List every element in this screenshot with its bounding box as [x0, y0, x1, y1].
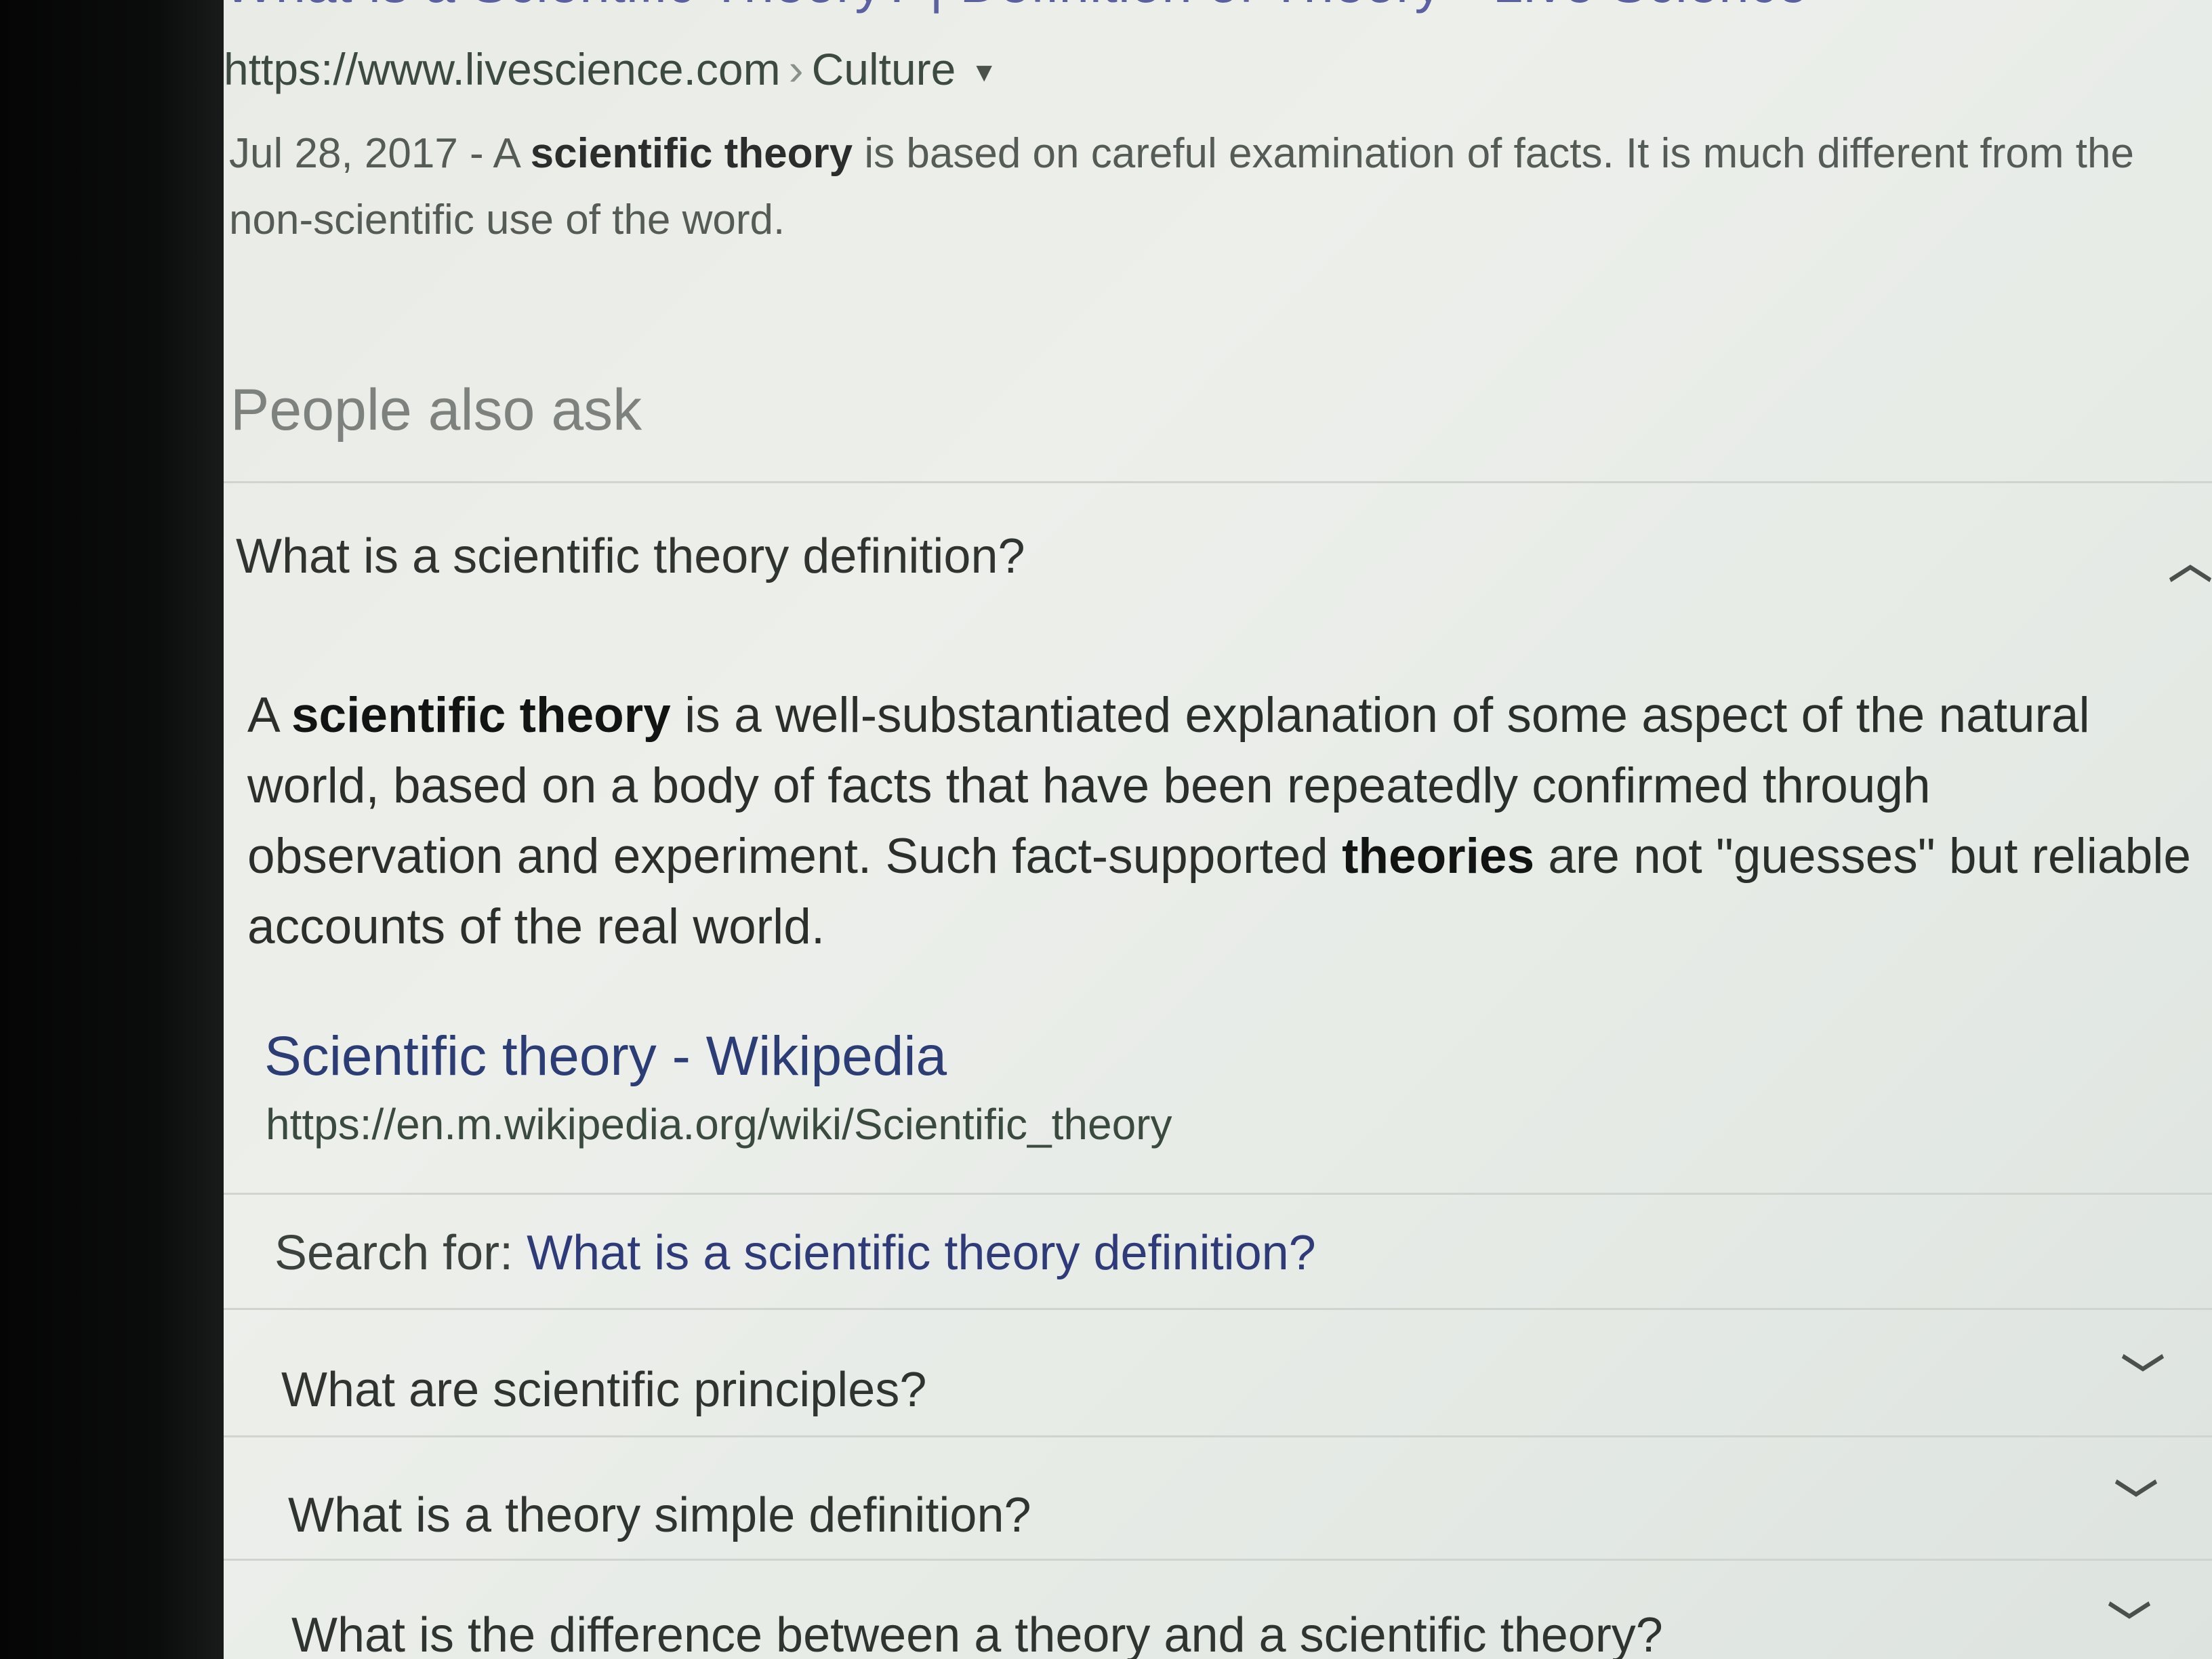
chevron-down-icon[interactable]: ﹀ — [2114, 1467, 2158, 1530]
paa-question[interactable]: What is a theory simple definition? — [288, 1488, 1031, 1543]
source-url[interactable]: https://en.m.wikipedia.org/wiki/Scientif… — [266, 1099, 1172, 1149]
snippet-text: - A — [457, 130, 531, 177]
answer-bold: scientific theory — [291, 688, 671, 743]
paa-question[interactable]: What is a scientific theory definition? — [236, 529, 1025, 584]
result-url-domain: https://www.livescience.com — [224, 44, 781, 94]
divider — [224, 1308, 2212, 1310]
chevron-down-icon[interactable]: ﹀ — [2121, 1342, 2165, 1404]
chevron-up-icon[interactable]: ︿ — [2169, 529, 2212, 591]
monitor-bezel — [0, 0, 224, 1659]
people-also-ask-heading: People also ask — [230, 377, 642, 443]
chevron-down-icon[interactable]: ﹀ — [2108, 1589, 2151, 1652]
paa-question[interactable]: What is the difference between a theory … — [291, 1607, 1663, 1659]
search-for-query: What is a scientific theory definition? — [527, 1226, 1316, 1280]
result-snippet: Jul 28, 2017 - A scientific theory is ba… — [229, 121, 2194, 253]
result-breadcrumb: Culture — [811, 44, 956, 94]
result-url[interactable]: https://www.livescience.com › Culture ▼ — [224, 43, 998, 95]
search-for-link[interactable]: Search for: What is a scientific theory … — [274, 1225, 1316, 1281]
paa-question[interactable]: What are scientific principles? — [281, 1362, 926, 1418]
divider — [224, 1193, 2212, 1195]
result-title[interactable]: What is a Scientific Theory? | Definitio… — [224, 0, 1808, 15]
snippet-date: Jul 28, 2017 — [229, 130, 458, 177]
divider — [224, 481, 2212, 483]
snippet-bold: scientific theory — [530, 130, 853, 177]
divider — [224, 1559, 2212, 1561]
search-results-screen: What is a Scientific Theory? | Definitio… — [224, 0, 2212, 1659]
triangle-down-icon[interactable]: ▼ — [970, 58, 998, 88]
breadcrumb-separator: › — [788, 44, 804, 94]
search-for-label: Search for: — [274, 1226, 527, 1280]
paa-answer: A scientific theory is a well-substantia… — [247, 680, 2199, 962]
search-result-livescience: What is a Scientific Theory? | Definitio… — [224, 0, 2212, 285]
source-link-title[interactable]: Scientific theory - Wikipedia — [264, 1025, 947, 1088]
divider — [224, 1435, 2212, 1437]
answer-bold: theories — [1342, 829, 1535, 884]
answer-text: A — [247, 688, 291, 743]
